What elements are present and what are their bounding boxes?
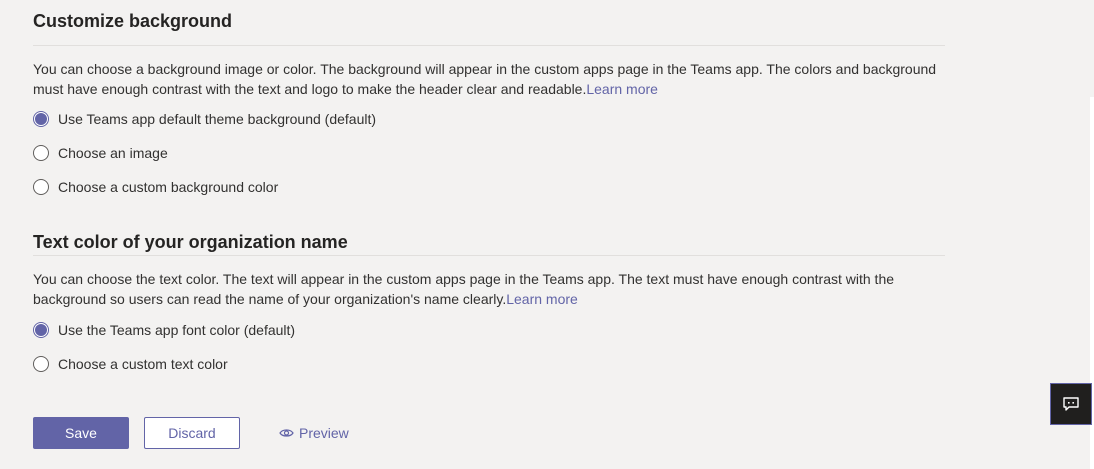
learn-more-link[interactable]: Learn more [586,81,658,97]
save-button[interactable]: Save [33,417,129,449]
radio-option-custom-background-color[interactable]: Choose a custom background color [33,170,945,204]
radio-button[interactable] [33,322,49,338]
preview-label: Preview [299,425,349,441]
feedback-icon [1062,396,1080,412]
radio-option-custom-text-color[interactable]: Choose a custom text color [33,347,945,381]
radio-button[interactable] [33,111,49,127]
radio-button[interactable] [33,145,49,161]
text-color-radio-group: Use the Teams app font color (default) C… [33,313,945,381]
preview-button[interactable]: Preview [279,417,359,449]
background-description: You can choose a background image or col… [33,59,945,99]
radio-option-default-font-color[interactable]: Use the Teams app font color (default) [33,313,945,347]
radio-dot [35,324,47,336]
radio-button[interactable] [33,179,49,195]
divider [33,255,945,256]
radio-label: Choose a custom background color [58,179,279,195]
radio-label: Choose a custom text color [58,356,228,372]
section-title-background: Customize background [33,11,233,31]
discard-button[interactable]: Discard [144,417,240,449]
radio-option-default-theme-background[interactable]: Use Teams app default theme background (… [33,102,945,136]
radio-option-choose-image[interactable]: Choose an image [33,136,945,170]
eye-icon [279,428,299,438]
main-content: Customize background You can choose a ba… [33,0,945,381]
radio-dot [35,113,47,125]
background-description-text: You can choose a background image or col… [33,61,937,97]
radio-button[interactable] [33,356,49,372]
divider [33,45,945,46]
learn-more-link[interactable]: Learn more [506,291,578,307]
text-color-description-text: You can choose the text color. The text … [33,271,895,307]
section-title-text-color: Text color of your organization name [33,232,348,252]
radio-label: Choose an image [58,145,168,161]
radio-label: Use the Teams app font color (default) [58,322,296,338]
text-color-description: You can choose the text color. The text … [33,269,945,309]
background-radio-group: Use Teams app default theme background (… [33,102,945,204]
feedback-button[interactable] [1050,383,1092,425]
radio-label: Use Teams app default theme background (… [58,111,377,127]
